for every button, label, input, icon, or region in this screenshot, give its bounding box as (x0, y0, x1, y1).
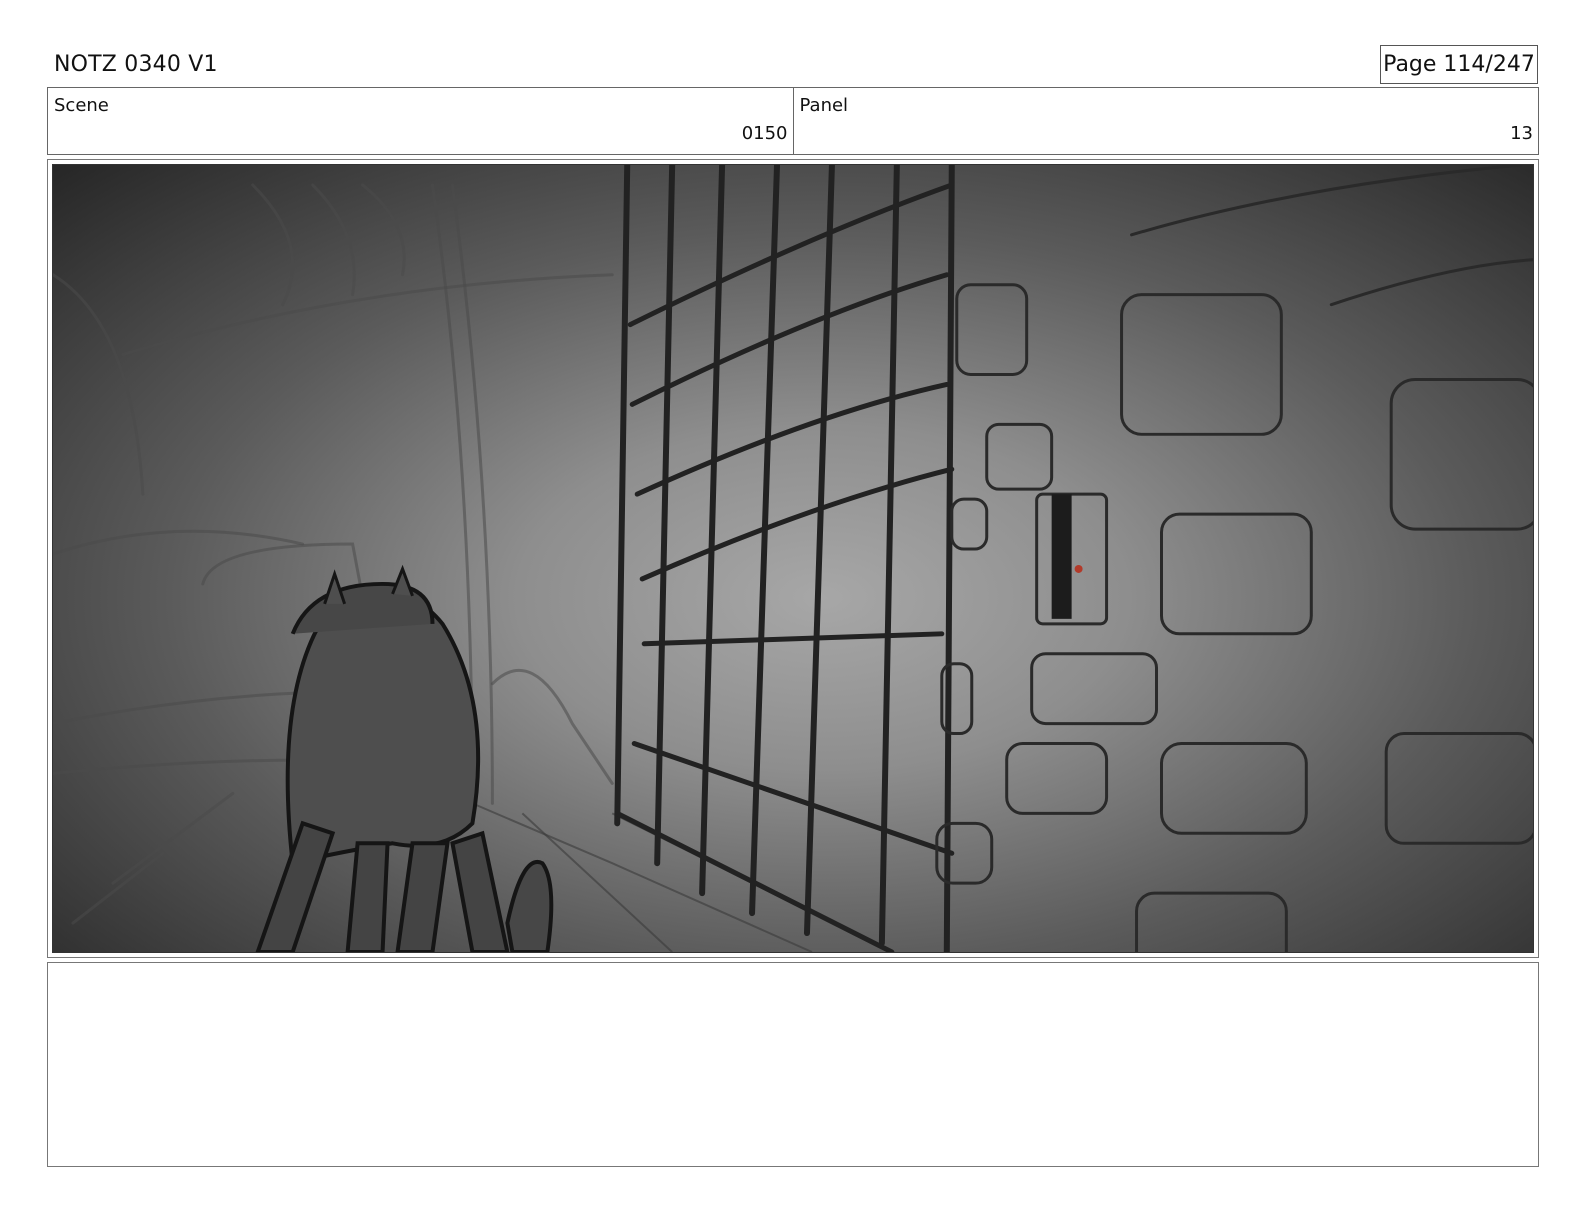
storyboard-frame (47, 159, 1539, 958)
sketch-illustration (53, 165, 1533, 952)
panel-label: Panel (799, 95, 849, 116)
scene-value: 0150 (741, 123, 788, 144)
panel-cell: Panel 13 (792, 88, 1539, 154)
scene-cell: Scene 0150 (48, 88, 793, 154)
panel-value: 13 (1510, 123, 1533, 144)
notes-box (47, 962, 1539, 1167)
dog-figure (255, 564, 554, 952)
document-title: NOTZ 0340 V1 (54, 52, 218, 77)
info-row: Scene 0150 Panel 13 (47, 87, 1539, 155)
storyboard-image (52, 164, 1534, 953)
page-number: Page 114/247 (1380, 45, 1538, 84)
scene-label: Scene (54, 95, 109, 116)
